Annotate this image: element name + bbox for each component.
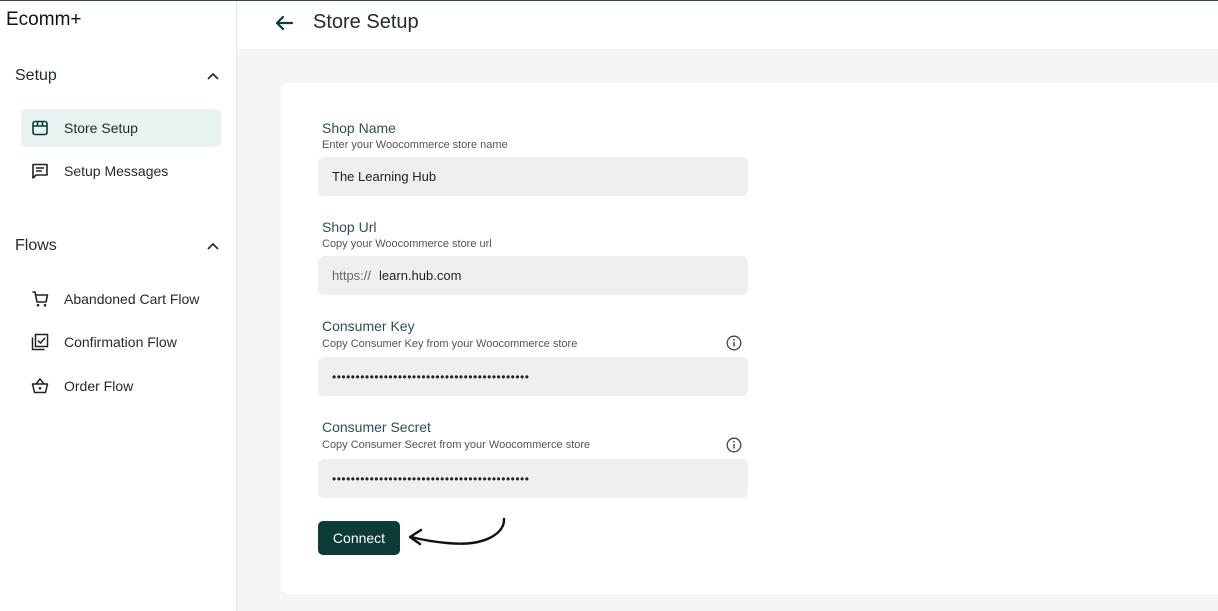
brand-logo: Ecomm+: [6, 9, 82, 30]
sidebar-item-abandoned-cart-flow[interactable]: Abandoned Cart Flow: [21, 280, 221, 318]
message-icon: [31, 162, 49, 180]
info-icon[interactable]: [726, 335, 742, 351]
consumer-secret-label: Consumer Secret: [322, 419, 431, 435]
consumer-key-label: Consumer Key: [322, 318, 415, 334]
sidebar-section-flows[interactable]: Flows: [15, 234, 220, 258]
consumer-key-input[interactable]: ••••••••••••••••••••••••••••••••••••••••…: [318, 357, 748, 396]
shop-url-help: Copy your Woocommerce store url: [322, 238, 492, 250]
section-title: Flows: [15, 237, 57, 254]
shop-name-input[interactable]: The Learning Hub: [318, 157, 748, 196]
cart-icon: [31, 290, 49, 308]
back-arrow-icon[interactable]: [273, 12, 295, 34]
storefront-icon: [31, 119, 49, 137]
page-title: Store Setup: [313, 11, 419, 33]
connect-button[interactable]: Connect: [318, 521, 400, 555]
info-icon[interactable]: [726, 437, 742, 453]
shop-name-help: Enter your Woocommerce store name: [322, 139, 508, 151]
sidebar: Ecomm+ Setup Store Setup Setup Messages …: [0, 1, 237, 611]
consumer-key-value: ••••••••••••••••••••••••••••••••••••••••…: [332, 369, 530, 384]
chevron-up-icon: [207, 242, 219, 250]
sidebar-item-confirmation-flow[interactable]: Confirmation Flow: [21, 323, 221, 361]
sidebar-item-order-flow[interactable]: Order Flow: [21, 367, 221, 405]
curved-arrow-icon: [408, 517, 506, 546]
basket-icon: [31, 377, 49, 395]
consumer-secret-help: Copy Consumer Secret from your Woocommer…: [322, 439, 591, 451]
store-setup-form: Shop Name Enter your Woocommerce store n…: [281, 83, 1218, 594]
shop-name-label: Shop Name: [322, 120, 396, 136]
shop-url-value: learn.hub.com: [379, 268, 462, 283]
sidebar-item-setup-messages[interactable]: Setup Messages: [21, 152, 221, 190]
shop-name-value: The Learning Hub: [332, 169, 437, 184]
shop-url-label: Shop Url: [322, 219, 377, 235]
consumer-key-help: Copy Consumer Key from your Woocommerce …: [322, 338, 578, 350]
check-box-icon: [31, 333, 49, 351]
sidebar-item-store-setup[interactable]: Store Setup: [21, 109, 221, 147]
main-content: Shop Name Enter your Woocommerce store n…: [237, 49, 1218, 611]
consumer-secret-value: ••••••••••••••••••••••••••••••••••••••••…: [332, 471, 530, 486]
section-title: Setup: [15, 67, 57, 84]
sidebar-item-label: Store Setup: [64, 120, 138, 136]
chevron-up-icon: [207, 72, 219, 80]
page-header: Store Setup: [237, 1, 1218, 49]
sidebar-item-label: Order Flow: [64, 378, 134, 394]
sidebar-item-label: Abandoned Cart Flow: [64, 291, 200, 307]
sidebar-section-setup[interactable]: Setup: [15, 64, 220, 88]
consumer-secret-input[interactable]: ••••••••••••••••••••••••••••••••••••••••…: [318, 459, 748, 498]
sidebar-item-label: Confirmation Flow: [64, 334, 177, 350]
sidebar-item-label: Setup Messages: [64, 163, 169, 179]
url-prefix: https://: [332, 268, 372, 283]
shop-url-input[interactable]: https:// learn.hub.com: [318, 256, 748, 295]
